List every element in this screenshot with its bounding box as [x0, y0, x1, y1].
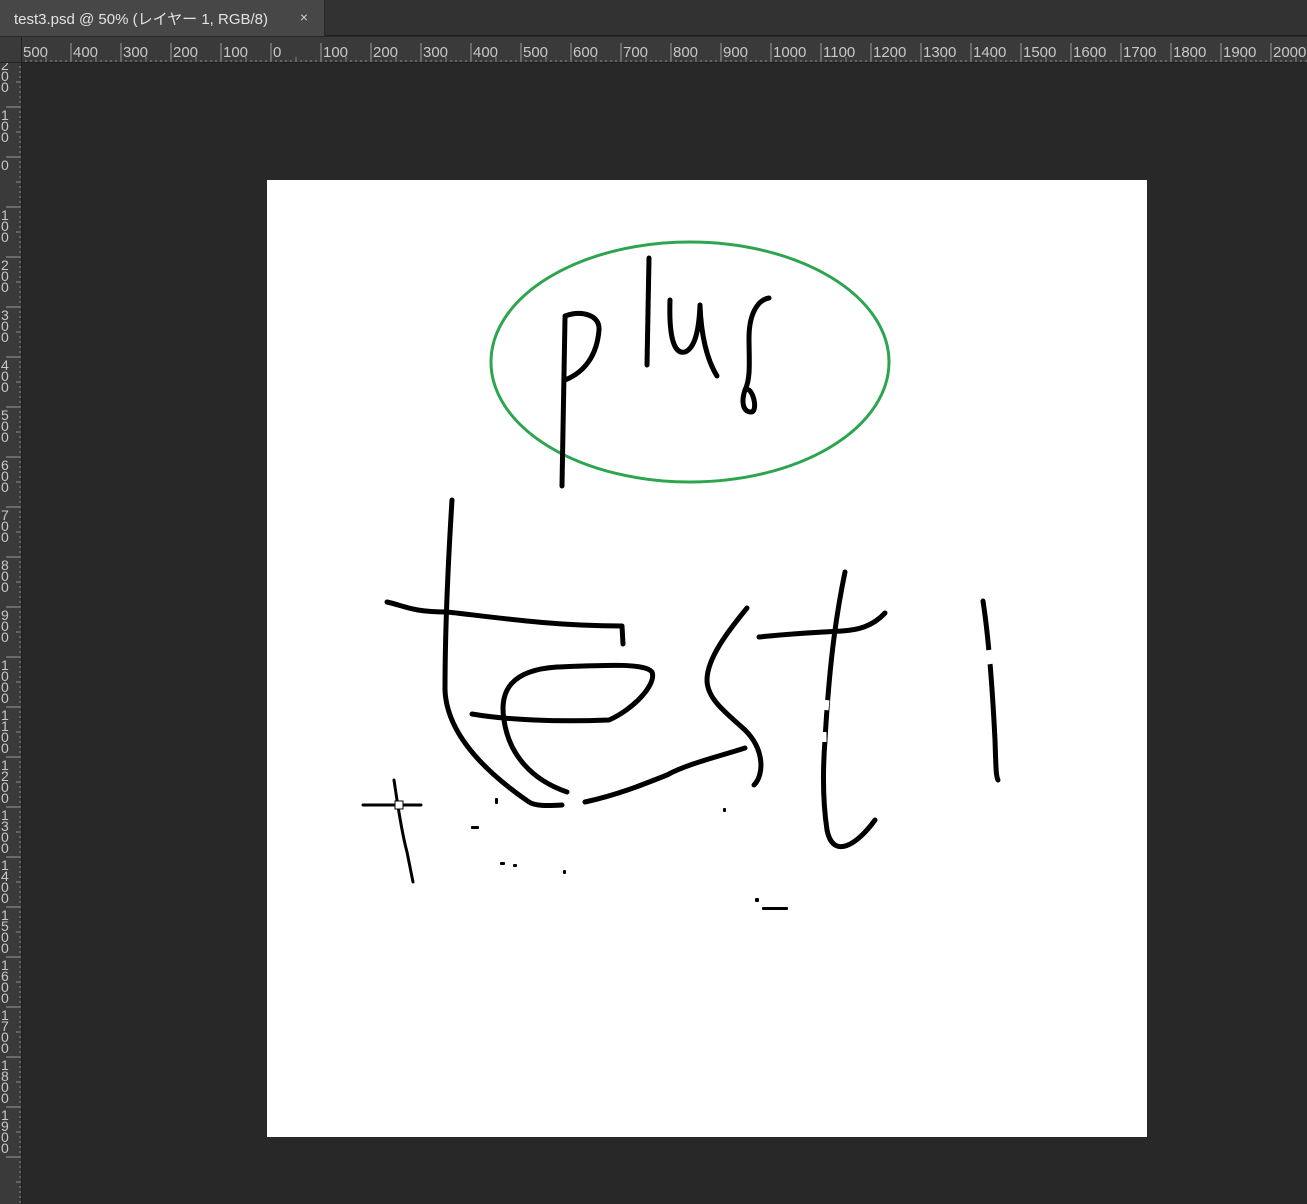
- ruler-label: 1200: [873, 44, 906, 61]
- ruler-label: 1200: [1, 757, 9, 806]
- ruler-label: 300: [123, 44, 148, 61]
- brush-cursor-center: [394, 800, 404, 810]
- ruler-label: 0: [273, 44, 281, 61]
- ruler-label: 100: [1, 107, 9, 145]
- ruler-origin-corner[interactable]: [0, 37, 22, 63]
- ruler-label: 1800: [1, 1057, 9, 1106]
- stray-dot: [755, 898, 759, 902]
- stray-dot: [471, 826, 479, 829]
- ruler-label: 200: [173, 44, 198, 61]
- ruler-label: 200: [1, 257, 9, 295]
- ruler-label: 200: [1, 63, 9, 95]
- stroke-gaps: [819, 649, 995, 742]
- gap-1: [985, 649, 995, 665]
- ruler-label: 1800: [1173, 44, 1206, 61]
- handwritten-one: [980, 598, 1001, 783]
- ruler-label: 100: [223, 44, 248, 61]
- ruler-label: 500: [1, 407, 9, 445]
- green-ellipse-stroke: [489, 240, 891, 484]
- stroke-t1-cross: [384, 599, 626, 647]
- horizontal-ruler[interactable]: 500 400 300 200 100 0 100 200 300 400 500 600 700 800…: [22, 37, 1307, 63]
- ruler-label: 400: [473, 44, 498, 61]
- ruler-label: 300: [423, 44, 448, 61]
- ruler-label: 1100: [823, 44, 855, 61]
- document-tab-bar: test3.psd @ 50% (レイヤー 1, RGB/8) ×: [0, 0, 1307, 36]
- ruler-label: 1400: [973, 44, 1006, 61]
- handwritten-plus: [559, 255, 772, 489]
- ruler-label: 1000: [1, 657, 9, 706]
- ruler-label: 300: [1, 307, 9, 345]
- ruler-label: 1100: [1, 707, 9, 756]
- document-canvas[interactable]: [267, 180, 1147, 1137]
- ruler-label: 1600: [1, 957, 9, 1006]
- ruler-label: 600: [573, 44, 598, 61]
- ruler-label: 700: [623, 44, 648, 61]
- stroke-l: [644, 255, 652, 368]
- stray-dot: [513, 864, 517, 867]
- document-tab[interactable]: test3.psd @ 50% (レイヤー 1, RGB/8) ×: [0, 0, 325, 36]
- stray-dot: [500, 862, 505, 865]
- vertical-ruler-scale: 0200100010020030040050060070080090010001…: [1, 63, 21, 1203]
- ruler-label: 100: [323, 44, 348, 61]
- stroke-1: [980, 598, 1001, 783]
- ruler-label: 400: [1, 357, 9, 395]
- ruler-label: 1700: [1, 1007, 9, 1056]
- gap-2: [821, 699, 830, 711]
- stroke-connect: [582, 745, 748, 805]
- ruler-label: 1400: [1, 857, 9, 906]
- stray-dot: [495, 798, 498, 804]
- ruler-label: 800: [1, 557, 9, 595]
- stray-dot: [563, 870, 566, 874]
- ruler-label: 1000: [773, 44, 806, 61]
- stroke-t2-vertical: [821, 569, 878, 850]
- stroke-u: [667, 297, 720, 379]
- ruler-label: 500: [523, 44, 548, 61]
- ruler-label: 500: [23, 44, 48, 61]
- stray-dot: [723, 808, 726, 812]
- brush-cursor-icon: [361, 778, 423, 884]
- ruler-label: 200: [373, 44, 398, 61]
- ruler-label: 1900: [1, 1107, 9, 1156]
- ruler-label: 1600: [1073, 44, 1106, 61]
- stroke-s: [740, 295, 772, 415]
- ruler-label: 800: [673, 44, 698, 61]
- ruler-label: 400: [73, 44, 98, 61]
- ruler-label: 0: [1, 157, 9, 173]
- ruler-label: 1500: [1023, 44, 1056, 61]
- stroke-t2-cross: [756, 610, 888, 640]
- ruler-label: 700: [1, 507, 9, 545]
- stray-marks: [471, 798, 788, 910]
- vertical-ruler[interactable]: 0200100010020030040050060070080090010001…: [0, 63, 22, 1204]
- stroke-e: [469, 662, 656, 795]
- stray-dash: [762, 907, 788, 910]
- layer-1-drawing: [361, 240, 1001, 910]
- ruler-label: 1300: [1, 807, 9, 856]
- ruler-label: 1500: [1, 907, 9, 956]
- ruler-label: 1900: [1223, 44, 1256, 61]
- stroke-t1-vertical: [442, 497, 565, 809]
- ruler-label: 2000: [1273, 44, 1306, 61]
- brush-cursor-stroke: [392, 778, 415, 884]
- canvas-workspace[interactable]: [22, 63, 1307, 1204]
- ruler-label: 100: [1, 207, 9, 245]
- document-tab-title: test3.psd @ 50% (レイヤー 1, RGB/8): [14, 10, 269, 28]
- ruler-label: 1300: [923, 44, 956, 61]
- photoshop-workspace: test3.psd @ 50% (レイヤー 1, RGB/8) × 500 400…: [0, 0, 1307, 1204]
- ruler-label: 900: [723, 44, 748, 61]
- stroke-p: [559, 311, 602, 489]
- ruler-label: 1700: [1123, 44, 1156, 61]
- ruler-label: 600: [1, 457, 9, 495]
- close-icon[interactable]: ×: [296, 9, 312, 25]
- ruler-label: 900: [1, 607, 9, 645]
- handwritten-test: [384, 497, 888, 850]
- horizontal-ruler-scale: 500 400 300 200 100 0 100 200 300 400 500 600 700 800…: [23, 43, 1307, 62]
